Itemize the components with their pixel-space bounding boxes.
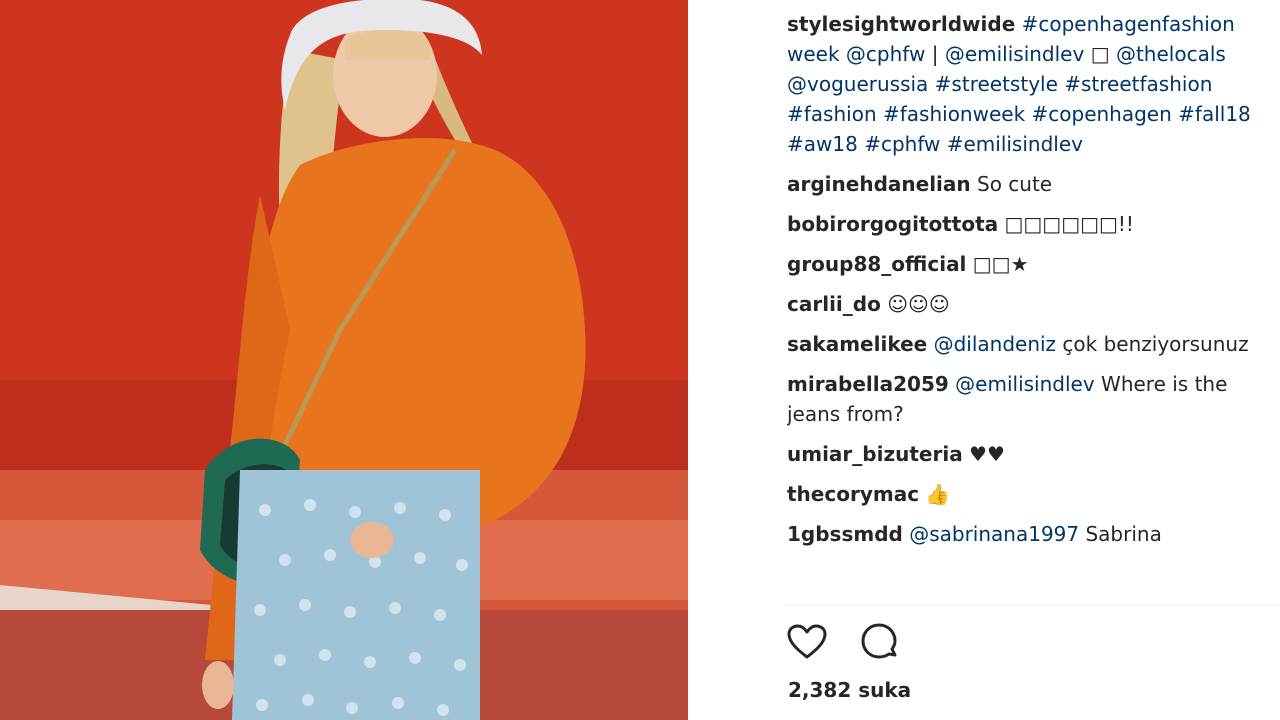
comment-username[interactable]: umiar_bizuteria xyxy=(787,442,963,466)
mention-link[interactable]: @emilisindlev xyxy=(955,372,1095,396)
comment-username[interactable]: group88_official xyxy=(787,252,966,276)
post-caption: stylesightworldwide #copenhagenfashion w… xyxy=(787,9,1257,159)
comment-text: □□□□□□!! xyxy=(1004,212,1134,236)
post-side-panel: stylesightworldwide #copenhagenfashion w… xyxy=(688,0,1280,720)
comment-text: 👍 xyxy=(925,482,951,506)
comment-item: sakamelikee @dilandeniz çok benziyorsunu… xyxy=(787,329,1257,359)
comment-item: arginehdanelian So cute xyxy=(787,169,1257,199)
hashtag-link[interactable]: week xyxy=(787,42,840,66)
hashtag-link[interactable]: #emilisindlev xyxy=(947,132,1083,156)
comment-username[interactable]: 1gbssmdd xyxy=(787,522,903,546)
like-button[interactable] xyxy=(785,620,829,664)
comment-item: bobirorgogitottota □□□□□□!! xyxy=(787,209,1257,239)
comment-username[interactable]: thecorymac xyxy=(787,482,919,506)
comment-item: thecorymac 👍 xyxy=(787,479,1257,509)
section-divider xyxy=(784,604,1280,605)
comments-list[interactable]: stylesightworldwide #copenhagenfashion w… xyxy=(787,9,1257,605)
mention-link[interactable]: @sabrinana1997 xyxy=(909,522,1079,546)
hashtag-link[interactable]: #copenhagenfashion xyxy=(1022,12,1235,36)
caption-text: | xyxy=(931,42,939,66)
comment-item: umiar_bizuteria ♥♥ xyxy=(787,439,1257,469)
street-style-photo xyxy=(0,0,688,720)
hashtag-link[interactable]: #fashion xyxy=(787,102,877,126)
hashtag-link[interactable]: #fashionweek xyxy=(883,102,1025,126)
comment-text: ♥♥ xyxy=(969,442,1005,466)
comment-text: □□★ xyxy=(972,252,1029,276)
comment-item: carlii_do ☺☺☺ xyxy=(787,289,1257,319)
comment-item: 1gbssmdd @sabrinana1997 Sabrina xyxy=(787,519,1257,549)
mention-link[interactable]: @emilisindlev xyxy=(945,42,1085,66)
likes-count[interactable]: 2,382 suka xyxy=(788,676,911,704)
caption-text: □ xyxy=(1090,42,1110,66)
comment-text: Sabrina xyxy=(1085,522,1162,546)
hashtag-link[interactable]: #fall18 xyxy=(1178,102,1251,126)
mention-link[interactable]: @dilandeniz xyxy=(934,332,1056,356)
comment-text: çok benziyorsunuz xyxy=(1062,332,1249,356)
mention-link[interactable]: @thelocals xyxy=(1116,42,1226,66)
comment-button[interactable] xyxy=(857,620,901,664)
comment-username[interactable]: sakamelikee xyxy=(787,332,927,356)
post-photo[interactable] xyxy=(0,0,688,720)
comment-item: mirabella2059 @emilisindlev Where is the… xyxy=(787,369,1257,429)
hashtag-link[interactable]: #cphfw xyxy=(864,132,940,156)
hashtag-link[interactable]: #aw18 xyxy=(787,132,858,156)
hashtag-link[interactable]: #streetstyle xyxy=(935,72,1058,96)
mention-link[interactable]: @cphfw xyxy=(846,42,925,66)
comment-username[interactable]: carlii_do xyxy=(787,292,881,316)
comment-icon xyxy=(861,623,897,659)
hashtag-link[interactable]: #streetfashion xyxy=(1064,72,1212,96)
comment-text: So cute xyxy=(977,172,1053,196)
mention-link[interactable]: @voguerussia xyxy=(787,72,928,96)
comment-username[interactable]: arginehdanelian xyxy=(787,172,971,196)
comment-username[interactable]: mirabella2059 xyxy=(787,372,949,396)
caption-username[interactable]: stylesightworldwide xyxy=(787,12,1015,36)
heart-icon xyxy=(787,624,827,659)
comment-text: ☺☺☺ xyxy=(887,292,950,316)
comment-username[interactable]: bobirorgogitottota xyxy=(787,212,998,236)
comment-item: group88_official □□★ xyxy=(787,249,1257,279)
post-actions xyxy=(785,620,901,664)
hashtag-link[interactable]: #copenhagen xyxy=(1032,102,1172,126)
